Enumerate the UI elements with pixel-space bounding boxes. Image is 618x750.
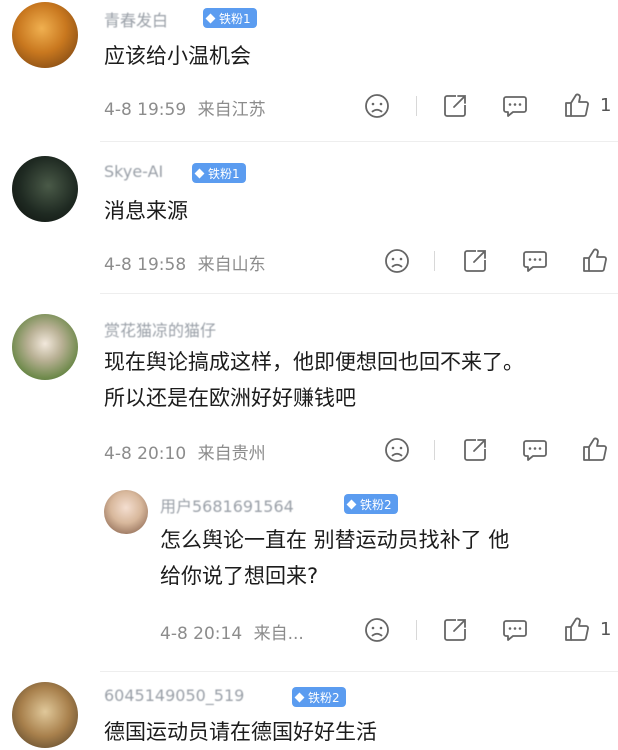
separator: [434, 251, 435, 271]
separator: [416, 96, 417, 116]
comment-line: 德国运动员请在德国好好生活: [104, 720, 377, 744]
comment-text: 消息来源: [104, 193, 188, 229]
comment-line: 消息来源: [104, 199, 188, 223]
thumbs-up-icon[interactable]: [564, 616, 590, 642]
location: 来自江苏: [197, 100, 266, 120]
dislike-face-icon[interactable]: [364, 93, 390, 119]
timestamp: 4-8 20:14 来自...: [160, 619, 304, 644]
avatar[interactable]: [12, 2, 78, 68]
time: 4-8 19:59: [104, 100, 187, 120]
thumbs-up-icon[interactable]: [582, 247, 608, 273]
diamond-icon: [294, 692, 305, 702]
comment-text: 德国运动员请在德国好好生活: [104, 714, 377, 750]
comment-icon[interactable]: [502, 617, 528, 643]
like-count: 1: [600, 95, 612, 116]
username[interactable]: Skye-AI: [104, 162, 163, 181]
comment-text: 应该给小温机会: [104, 38, 251, 74]
username[interactable]: 青春发白: [104, 7, 168, 31]
comment-item: 青春发白 铁粉1 应该给小温机会 4-8 19:59 来自江苏 1: [0, 0, 618, 140]
dislike-face-icon[interactable]: [364, 617, 390, 643]
thumbs-up-icon[interactable]: [582, 436, 608, 462]
comment-line: 怎么舆论一直在 别替运动员找补了 他: [160, 528, 510, 552]
thumbs-up-icon[interactable]: [564, 92, 590, 118]
badge-label: 铁粉2: [308, 690, 340, 705]
comment-item: 赏花猫凉的猫仔 现在舆论搞成这样，他即便想回也回不来了。 所以还是在欧洲好好赚钱…: [0, 294, 618, 644]
timestamp: 4-8 19:59 来自江苏: [104, 95, 266, 120]
location: 来自...: [253, 624, 304, 644]
share-icon[interactable]: [442, 617, 468, 643]
username[interactable]: 用户5681691564: [160, 493, 294, 517]
badge-label: 铁粉1: [219, 11, 251, 26]
location: 来自贵州: [197, 444, 266, 464]
timestamp: 4-8 19:58 来自山东: [104, 250, 266, 275]
comment-line: 应该给小温机会: [104, 44, 251, 68]
avatar[interactable]: [12, 682, 78, 748]
share-icon[interactable]: [462, 248, 488, 274]
badge-label: 铁粉2: [360, 497, 392, 512]
reply-item: 用户5681691564 铁粉2 怎么舆论一直在 别替运动员找补了 他 给你说了…: [0, 484, 618, 664]
separator: [416, 620, 417, 640]
comment-line: 所以还是在欧洲好好赚钱吧: [104, 386, 356, 410]
fan-badge: 铁粉1: [203, 8, 257, 28]
comment-icon[interactable]: [522, 437, 548, 463]
comment-line: 给你说了想回来?: [160, 564, 319, 588]
location: 来自山东: [197, 255, 266, 275]
comment-icon[interactable]: [522, 248, 548, 274]
diamond-icon: [205, 13, 216, 23]
badge-label: 铁粉1: [208, 166, 240, 181]
avatar[interactable]: [104, 490, 148, 534]
comment-text: 怎么舆论一直在 别替运动员找补了 他 给你说了想回来?: [160, 522, 509, 594]
username[interactable]: 赏花猫凉的猫仔: [104, 317, 216, 341]
comment-line: 现在舆论搞成这样，他即便想回也回不来了。: [104, 350, 524, 374]
comment-item: 6045149050_519 铁粉2 德国运动员请在德国好好生活: [0, 672, 618, 748]
dislike-face-icon[interactable]: [384, 437, 410, 463]
share-icon[interactable]: [442, 93, 468, 119]
diamond-icon: [194, 168, 205, 178]
comment-text: 现在舆论搞成这样，他即便想回也回不来了。 所以还是在欧洲好好赚钱吧: [104, 344, 524, 416]
avatar[interactable]: [12, 156, 78, 222]
avatar[interactable]: [12, 314, 78, 380]
fan-badge: 铁粉1: [192, 163, 246, 183]
diamond-icon: [346, 499, 357, 509]
comment-icon[interactable]: [502, 93, 528, 119]
dislike-face-icon[interactable]: [384, 248, 410, 274]
username[interactable]: 6045149050_519: [104, 686, 244, 705]
time: 4-8 19:58: [104, 255, 187, 275]
comment-item: Skye-AI 铁粉1 消息来源 4-8 19:58 来自山东: [0, 142, 618, 292]
time: 4-8 20:14: [160, 624, 243, 644]
share-icon[interactable]: [462, 437, 488, 463]
fan-badge: 铁粉2: [292, 687, 346, 707]
time: 4-8 20:10: [104, 444, 187, 464]
fan-badge: 铁粉2: [344, 494, 398, 514]
separator: [434, 440, 435, 460]
like-count: 1: [600, 619, 612, 640]
timestamp: 4-8 20:10 来自贵州: [104, 439, 266, 464]
